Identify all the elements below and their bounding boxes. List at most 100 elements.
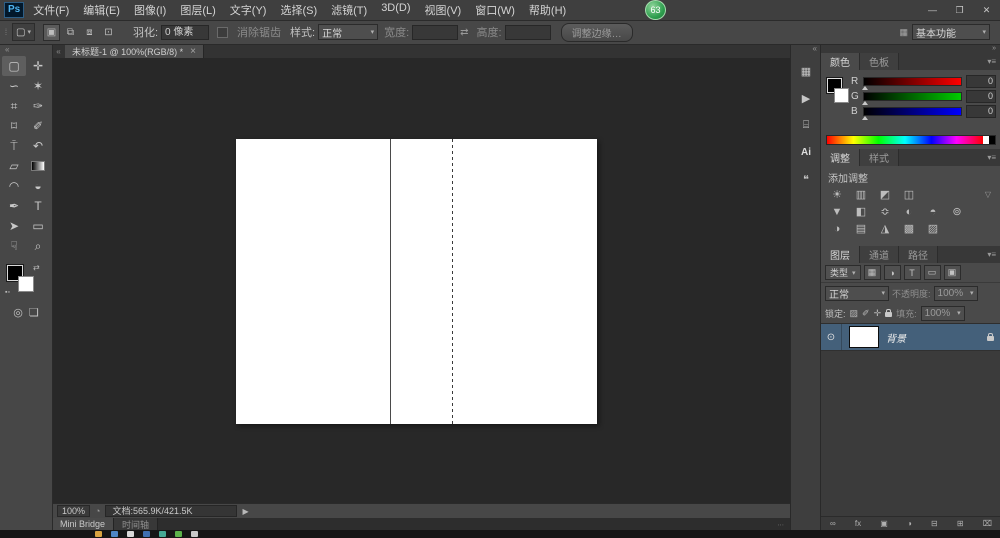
taskbar-app-icon[interactable] [111, 531, 118, 537]
measurement-panel-icon[interactable]: ⌸ [794, 113, 818, 137]
posterize-icon[interactable]: ▤ [851, 221, 871, 236]
minimize-button[interactable]: — [919, 0, 946, 20]
tool-eyedropper[interactable]: ✑ [26, 96, 50, 116]
menu-image[interactable]: 图像(I) [134, 2, 166, 18]
filter-smart-objects-icon[interactable]: ▣ [943, 265, 961, 280]
lock-transparency-icon[interactable]: ▨ [850, 308, 859, 319]
tab-styles[interactable]: 样式 [860, 149, 899, 166]
new-selection-button[interactable]: ▣ [42, 23, 60, 41]
panel-menu-icon[interactable]: ▾≡ [982, 53, 1000, 70]
black-white-icon[interactable]: ◐ [899, 204, 919, 219]
red-value-field[interactable]: 0 [966, 74, 996, 88]
tool-history-brush[interactable]: ↶ [26, 136, 50, 156]
layer-row-background[interactable]: ⊙ 背景 [821, 324, 1000, 351]
dock-grip-icon[interactable]: ⁞ [0, 27, 12, 37]
menu-file[interactable]: 文件(F) [33, 2, 69, 18]
subtract-selection-button[interactable]: ⧈ [81, 24, 98, 41]
layer-filter-kind-dropdown[interactable]: 类型 ▾ [825, 265, 861, 280]
antialias-checkbox[interactable] [217, 26, 229, 38]
green-slider[interactable] [862, 91, 962, 105]
tool-zoom[interactable]: ⌕ [26, 236, 50, 256]
document-info-field[interactable]: 文档:565.9K/421.5K [105, 505, 238, 517]
taskbar-app-icon[interactable] [159, 531, 166, 537]
blend-mode-dropdown[interactable]: 正常 ▾ [825, 285, 889, 301]
taskbar-app-icon[interactable] [191, 531, 198, 537]
lock-pixels-icon[interactable]: ✐ [862, 308, 870, 319]
swap-dimensions-icon[interactable]: ⇄ [460, 27, 468, 38]
style-dropdown[interactable]: 正常 ▾ [318, 24, 379, 40]
status-expand-icon[interactable]: ▶ [242, 507, 248, 516]
tool-path-selection[interactable]: ➤ [2, 216, 26, 236]
filter-shape-layers-icon[interactable]: ▭ [923, 265, 941, 280]
notes-panel-icon[interactable]: ❝ [794, 167, 818, 191]
tool-gradient[interactable] [26, 156, 50, 176]
quick-mask-icon[interactable]: ◎ [13, 306, 23, 319]
workspace-dropdown[interactable]: 基本功能 ▾ [912, 24, 990, 40]
swap-colors-icon[interactable]: ⇄ [33, 263, 40, 272]
tool-move[interactable]: ✛ [26, 56, 50, 76]
filter-pixel-layers-icon[interactable]: ▦ [863, 265, 881, 280]
screen-mode-icon[interactable]: ❏ [29, 306, 39, 319]
new-group-icon[interactable]: ⊟ [931, 517, 938, 530]
exposure-icon[interactable]: ◫ [899, 187, 919, 202]
panel-menu-icon[interactable]: ▾≡ [982, 149, 1000, 166]
taskbar-app-icon[interactable] [127, 531, 134, 537]
menu-filter[interactable]: 滤镜(T) [331, 2, 367, 18]
lock-position-icon[interactable]: ✛ [874, 308, 882, 319]
invert-icon[interactable]: ◑ [827, 221, 847, 236]
blue-slider[interactable] [862, 106, 962, 120]
restore-button[interactable]: ❐ [946, 0, 973, 20]
color-balance-icon[interactable]: ≎ [875, 204, 895, 219]
levels-icon[interactable]: ▥ [851, 187, 871, 202]
tool-preset-picker[interactable]: ▢ ▾ [12, 23, 35, 41]
tool-healing-brush[interactable]: ⌑ [2, 116, 26, 136]
menu-3d[interactable]: 3D(D) [381, 2, 410, 18]
layer-thumbnail[interactable] [849, 326, 879, 348]
color-spectrum-ramp[interactable] [826, 135, 996, 145]
toolbar-collapse-icon[interactable]: « [0, 44, 52, 56]
tool-dodge[interactable]: ◒ [26, 176, 50, 196]
blue-value-field[interactable]: 0 [966, 104, 996, 118]
vibrance-icon[interactable]: ▼ [827, 204, 847, 219]
menu-view[interactable]: 视图(V) [425, 2, 462, 18]
intersect-selection-button[interactable]: ⊡ [100, 24, 117, 41]
fill-dropdown[interactable]: 100% ▾ [920, 305, 965, 321]
tool-pen[interactable]: ✒ [2, 196, 26, 216]
new-adjustment-layer-icon[interactable]: ◑ [907, 517, 912, 530]
dock-collapse-icon[interactable]: » [992, 45, 996, 52]
refine-edge-button[interactable]: 调整边缘… [560, 22, 633, 42]
filter-adjustment-layers-icon[interactable]: ◑ [883, 265, 901, 280]
tool-magic-wand[interactable]: ✶ [26, 76, 50, 96]
feather-input[interactable]: 0 像素 [161, 24, 210, 40]
photo-filter-icon[interactable]: ◓ [923, 204, 943, 219]
red-slider[interactable] [862, 76, 962, 90]
panel-menu-icon[interactable]: ▾≡ [982, 246, 1000, 263]
brightness-contrast-icon[interactable]: ☀ [827, 187, 847, 202]
height-input[interactable] [504, 24, 551, 40]
tab-paths[interactable]: 路径 [899, 246, 938, 263]
opacity-dropdown[interactable]: 100% ▾ [933, 285, 978, 301]
tab-color[interactable]: 颜色 [821, 53, 860, 70]
gradient-map-icon[interactable]: ▩ [899, 221, 919, 236]
tab-layers[interactable]: 图层 [821, 246, 860, 263]
close-button[interactable]: ✕ [973, 0, 1000, 20]
new-layer-icon[interactable]: ⊞ [957, 517, 964, 530]
tab-close-icon[interactable]: × [190, 46, 196, 57]
tool-type[interactable]: T [26, 196, 50, 216]
menu-help[interactable]: 帮助(H) [529, 2, 566, 18]
selective-color-icon[interactable]: ▨ [923, 221, 943, 236]
tool-hand[interactable]: ☟ [2, 236, 26, 256]
tab-scroll-icon[interactable]: « [52, 44, 65, 58]
lock-all-icon[interactable] [885, 309, 893, 317]
recorder-badge[interactable]: 63 [645, 0, 666, 20]
menu-type[interactable]: 文字(Y) [230, 2, 267, 18]
tool-eraser[interactable]: ▱ [2, 156, 26, 176]
menu-layer[interactable]: 图层(L) [180, 2, 215, 18]
tool-shape[interactable]: ▭ [26, 216, 50, 236]
link-layers-icon[interactable]: ∞ [830, 517, 836, 530]
curves-icon[interactable]: ◩ [875, 187, 895, 202]
document-tab[interactable]: 未标题-1 @ 100%(RGB/8) * × [65, 44, 205, 58]
taskbar-app-icon[interactable] [95, 531, 102, 537]
tool-blur[interactable]: ◠ [2, 176, 26, 196]
tab-channels[interactable]: 通道 [860, 246, 899, 263]
